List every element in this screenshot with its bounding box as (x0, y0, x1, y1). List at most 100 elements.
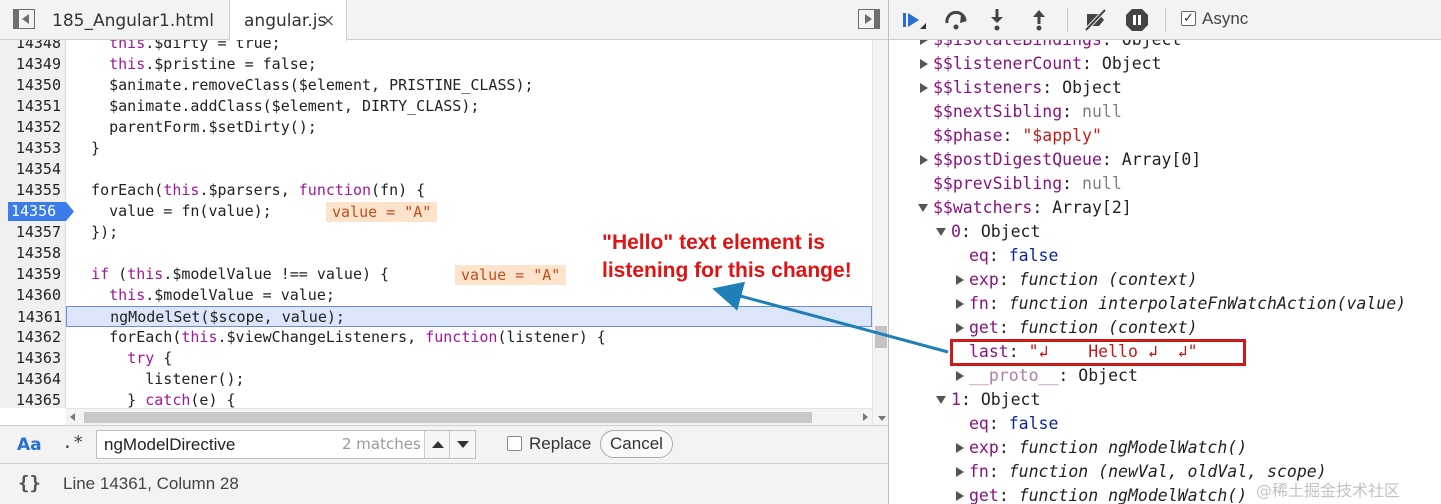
scope-property-row[interactable]: eq: false (969, 412, 1058, 436)
cancel-button[interactable]: Cancel (600, 430, 673, 458)
line-number[interactable]: 14360 (0, 285, 61, 306)
scroll-thumb[interactable] (84, 412, 812, 423)
line-number[interactable]: 14365 (0, 390, 61, 408)
code-line[interactable]: 14355 forEach(this.$parsers, function(fn… (0, 180, 872, 201)
toggle-navigator-icon[interactable] (13, 9, 35, 29)
step-over-icon[interactable] (942, 6, 970, 34)
scope-property-row[interactable]: $$watchers: Array[2] (933, 196, 1132, 220)
property-separator: : (1002, 126, 1023, 145)
match-case-toggle[interactable]: Aa (17, 435, 42, 455)
close-tab-icon[interactable]: × (321, 0, 335, 42)
toolbar-separator (1067, 8, 1068, 32)
scope-property-row[interactable]: exp: function ngModelWatch() (969, 436, 1247, 460)
line-number[interactable]: 14361 (1, 307, 62, 328)
scope-property-row[interactable]: get: function ngModelWatch() (969, 484, 1247, 504)
expand-right-icon[interactable] (956, 467, 964, 477)
line-number[interactable]: 14358 (0, 243, 61, 264)
line-number[interactable]: 14350 (0, 75, 61, 96)
expand-right-icon[interactable] (920, 83, 928, 93)
scope-property-row[interactable]: $$isolateBindings: Object (933, 40, 1181, 52)
async-checkbox[interactable]: ✓ (1181, 11, 1196, 26)
scroll-right-icon[interactable] (863, 413, 868, 421)
step-into-icon[interactable] (983, 6, 1011, 34)
scope-property-row[interactable]: fn: function interpolateFnWatchAction(va… (969, 292, 1406, 316)
expand-right-icon[interactable] (920, 59, 928, 69)
expand-right-icon[interactable] (920, 155, 928, 165)
tab-angular-js[interactable]: angular.js × (229, 0, 347, 41)
code-text: }); (73, 223, 119, 241)
scope-property-row[interactable]: eq: false (969, 244, 1058, 268)
annotation-arrow (712, 281, 949, 354)
expand-right-icon[interactable] (920, 40, 928, 45)
code-line[interactable]: 14364 listener(); (0, 369, 872, 390)
property-value: "$apply" (1022, 126, 1102, 145)
regex-toggle[interactable]: .* (62, 432, 84, 453)
scope-property-row[interactable]: $$listenerCount: Object (933, 52, 1162, 76)
tab-185-angular1-html[interactable]: 185_Angular1.html (38, 0, 228, 40)
code-line[interactable]: 14352 parentForm.$setDirty(); (0, 117, 872, 138)
search-input[interactable] (97, 431, 337, 458)
watermark: @稀土掘金技术社区 (1256, 481, 1401, 500)
property-name: $$isolateBindings (933, 40, 1102, 49)
line-number[interactable]: 14355 (0, 180, 61, 201)
expand-down-icon[interactable] (918, 204, 928, 212)
expand-right-icon[interactable] (956, 491, 964, 501)
expand-down-icon[interactable] (936, 228, 946, 236)
line-number[interactable]: 14351 (0, 96, 61, 117)
code-line[interactable]: 14365 } catch(e) { (0, 390, 872, 408)
replace-checkbox[interactable] (507, 436, 522, 451)
scope-property-row[interactable]: $$phase: "$apply" (933, 124, 1102, 148)
code-text: listener(); (73, 370, 245, 388)
line-number[interactable]: 14349 (0, 54, 61, 75)
line-number[interactable]: 14363 (0, 348, 61, 369)
execution-line-marker[interactable]: 14356 (8, 202, 74, 221)
pretty-print-button[interactable]: {} (18, 472, 41, 494)
pause-on-exceptions-icon[interactable] (1123, 6, 1151, 34)
scope-property-row[interactable]: $$postDigestQueue: Array[0] (933, 148, 1201, 172)
line-number[interactable]: 14353 (0, 138, 61, 159)
scope-property-row[interactable]: $$prevSibling: null (933, 172, 1122, 196)
async-label: Async (1202, 9, 1249, 28)
scope-property-row[interactable]: $$nextSibling: null (933, 100, 1122, 124)
code-line[interactable]: 14353 } (0, 138, 872, 159)
expand-right-icon[interactable] (956, 443, 964, 453)
expand-down-icon[interactable] (936, 396, 946, 404)
line-number[interactable]: 14352 (0, 117, 61, 138)
toggle-debugger-icon[interactable] (858, 9, 880, 29)
code-line[interactable]: 14350 $animate.removeClass($element, PRI… (0, 75, 872, 96)
scope-property-row[interactable]: exp: function (context) (969, 268, 1198, 292)
horizontal-scrollbar[interactable] (66, 408, 872, 425)
previous-match-button[interactable] (424, 431, 449, 458)
scroll-down-icon[interactable] (878, 416, 886, 421)
property-separator: : (988, 414, 1009, 433)
code-line[interactable]: 14354 (0, 159, 872, 180)
property-name: get (969, 486, 999, 504)
code-line[interactable]: 14351 $animate.addClass($element, DIRTY_… (0, 96, 872, 117)
scope-property-row[interactable]: 1: Object (951, 388, 1040, 412)
step-out-icon[interactable] (1025, 6, 1053, 34)
line-number[interactable]: 14348 (0, 40, 61, 54)
line-number[interactable]: 14362 (0, 327, 61, 348)
property-separator: : (988, 462, 1009, 481)
line-number[interactable]: 14359 (0, 264, 61, 285)
property-separator: : (998, 318, 1019, 337)
code-line[interactable]: 14349 this.$pristine = false; (0, 54, 872, 75)
resume-icon[interactable] (899, 6, 927, 34)
scope-property-row[interactable]: $$listeners: Object (933, 76, 1122, 100)
line-number[interactable]: 14364 (0, 369, 61, 390)
scope-property-row[interactable]: __proto__: Object (969, 364, 1138, 388)
scope-variables-tree: $$isolateBindings: Object$$listenerCount… (889, 40, 1441, 504)
code-text: $animate.removeClass($element, PRISTINE_… (73, 76, 534, 94)
code-line[interactable]: 14348 this.$dirty = true; (0, 40, 872, 54)
property-name: $$prevSibling (933, 174, 1063, 193)
line-number[interactable]: 14357 (0, 222, 61, 243)
next-match-button[interactable] (449, 431, 475, 458)
scope-property-row[interactable]: 0: Object (951, 220, 1040, 244)
deactivate-breakpoints-icon[interactable] (1081, 6, 1109, 34)
expand-right-icon[interactable] (956, 371, 964, 381)
code-text: } catch(e) { (73, 391, 236, 408)
scope-property-row[interactable]: get: function (context) (969, 316, 1198, 340)
property-separator: : (1062, 102, 1083, 121)
line-number[interactable]: 14354 (0, 159, 61, 180)
scroll-left-icon[interactable] (70, 413, 75, 421)
